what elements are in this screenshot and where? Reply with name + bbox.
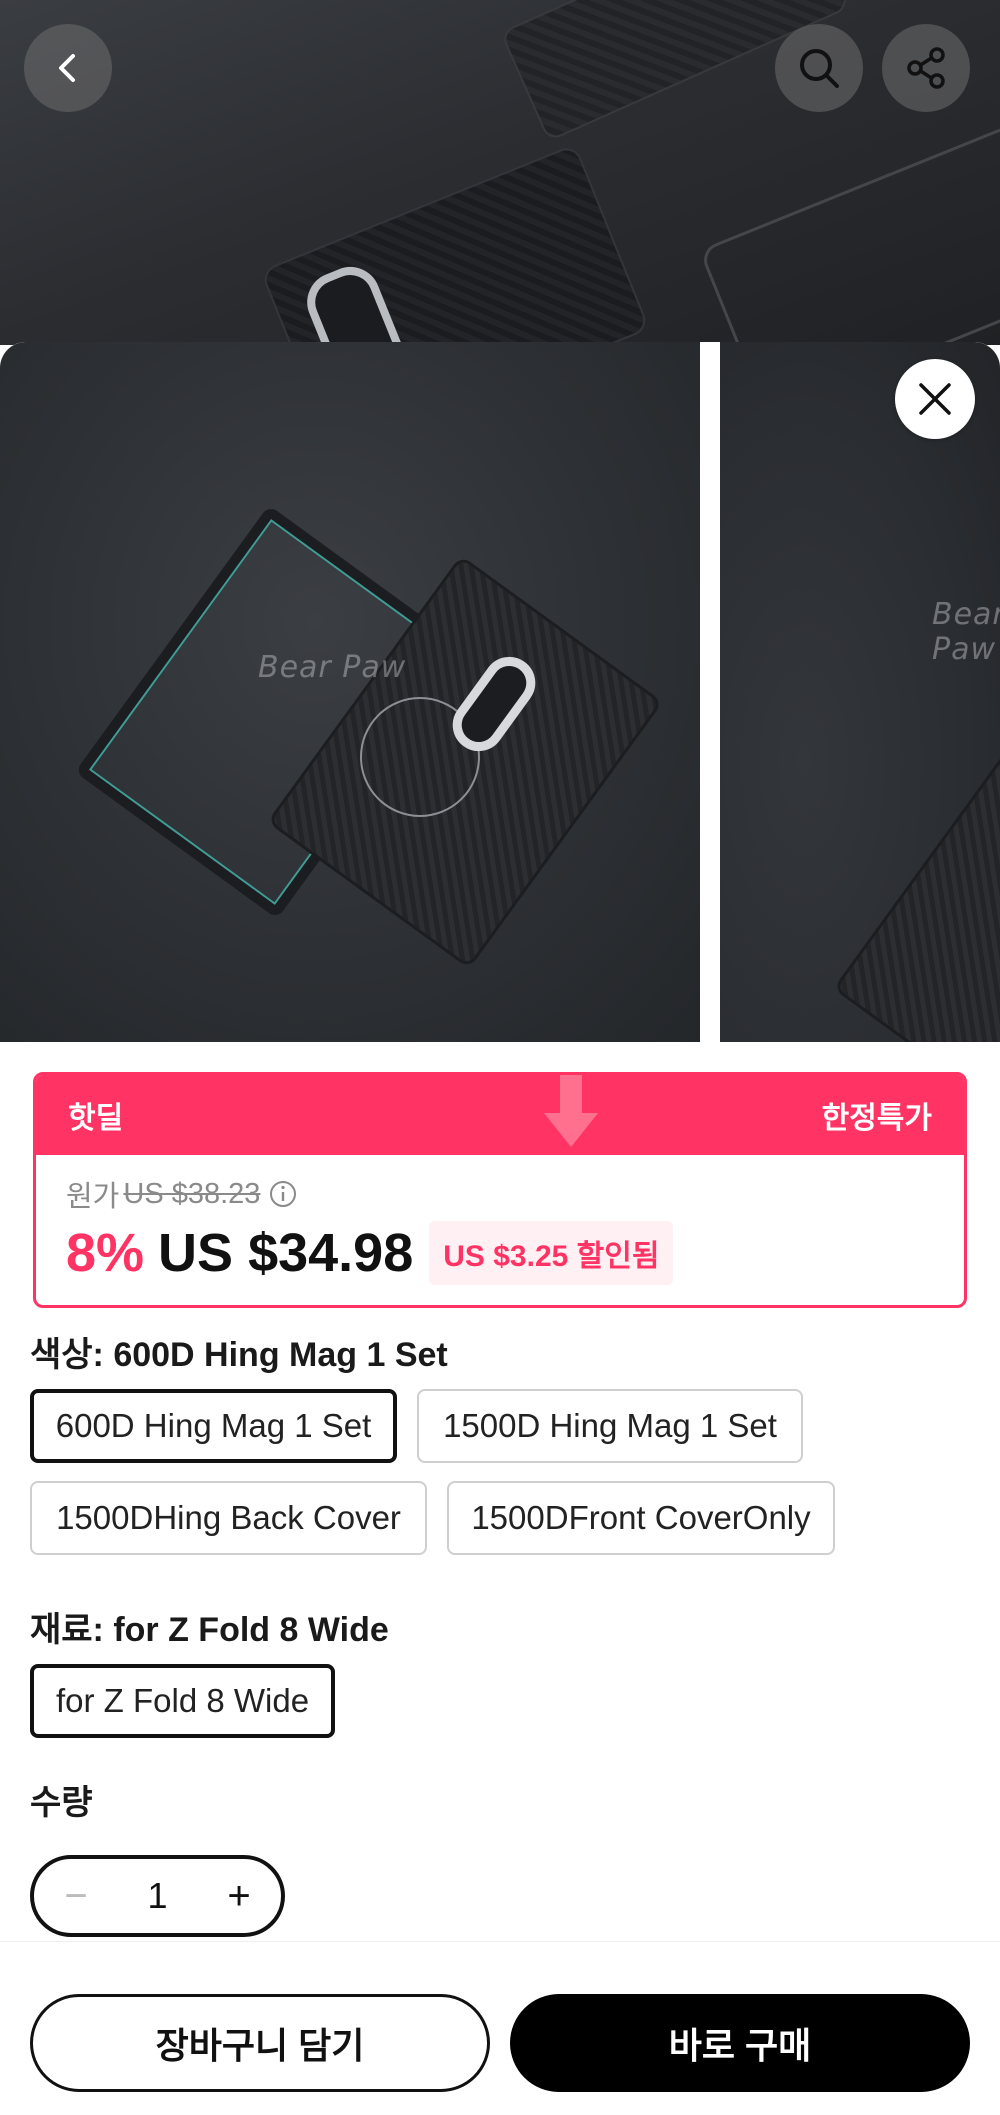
- hot-deal-header: 핫딜 한정특가: [36, 1075, 964, 1155]
- close-icon: [919, 383, 951, 415]
- color-option-chip[interactable]: 1500DHing Back Cover: [30, 1481, 427, 1555]
- original-price-row: 원가 US $38.23: [66, 1173, 298, 1215]
- quantity-stepper[interactable]: − 1 +: [30, 1855, 285, 1937]
- material-option-title: 재료: for Z Fold 8 Wide: [30, 1611, 389, 1649]
- buy-now-button[interactable]: 바로 구매: [510, 1994, 970, 2092]
- arrow-down-icon: [544, 1075, 598, 1147]
- brand-watermark: Bear Paw: [932, 597, 1000, 667]
- price-row: 8% US $34.98 US $3.25 할인됨: [66, 1221, 674, 1285]
- quantity-title: 수량: [30, 1784, 93, 1822]
- info-icon[interactable]: [268, 1179, 298, 1209]
- decrease-quantity-button[interactable]: −: [56, 1874, 96, 1919]
- phone-case-image: [832, 745, 1000, 1042]
- share-button[interactable]: [882, 24, 970, 112]
- savings-badge: US $3.25 할인됨: [429, 1221, 674, 1285]
- original-price-label: 원가: [66, 1181, 120, 1213]
- option-bottom-sheet: Bear Paw Bear Paw 핫딜 한정특가 원가 US $38.23 8…: [0, 342, 1000, 2115]
- material-option-chip[interactable]: for Z Fold 8 Wide: [30, 1664, 335, 1738]
- color-option-chip[interactable]: 1500D Hing Mag 1 Set: [417, 1389, 803, 1463]
- phone-case-image: [259, 143, 651, 345]
- share-icon: [907, 47, 945, 89]
- limited-offer-label: 한정특가: [821, 1102, 932, 1135]
- add-to-cart-button[interactable]: 장바구니 담기: [30, 1994, 490, 2092]
- gallery-image-next[interactable]: Bear Paw: [720, 342, 1000, 1042]
- gallery-image-current[interactable]: Bear Paw: [0, 342, 700, 1042]
- quantity-value: 1: [147, 1875, 168, 1916]
- image-gallery[interactable]: Bear Paw Bear Paw: [0, 342, 1000, 1042]
- discount-percent: 8%: [66, 1223, 145, 1283]
- color-option-title: 색상: 600D Hing Mag 1 Set: [30, 1336, 448, 1374]
- brand-watermark: Bear Paw: [258, 650, 407, 685]
- search-button[interactable]: [775, 24, 863, 112]
- close-button[interactable]: [895, 359, 975, 439]
- increase-quantity-button[interactable]: +: [219, 1874, 259, 1919]
- search-icon: [800, 49, 839, 88]
- hot-deal-box: 핫딜 한정특가 원가 US $38.23 8% US $34.98 US $3.…: [33, 1072, 967, 1308]
- bottom-action-bar: 장바구니 담기 바로 구매: [0, 1941, 1000, 2115]
- phone-case-image: [698, 122, 1000, 345]
- chevron-left-icon: [59, 54, 75, 82]
- color-option-chip[interactable]: 1500DFront CoverOnly: [447, 1481, 835, 1555]
- hot-deal-label: 핫딜: [68, 1102, 124, 1135]
- sale-price: US $34.98: [158, 1223, 414, 1283]
- back-button[interactable]: [24, 24, 112, 112]
- color-option-chip[interactable]: 600D Hing Mag 1 Set: [30, 1389, 397, 1463]
- original-price: US $38.23: [123, 1177, 261, 1210]
